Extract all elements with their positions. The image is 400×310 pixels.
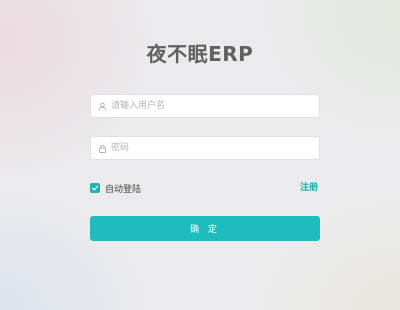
check-icon [92,185,99,191]
password-field[interactable] [90,136,320,160]
username-field[interactable] [90,94,320,118]
remember-me-label: 自动登陆 [105,184,142,195]
submit-button[interactable]: 确 定 [90,216,320,241]
lock-icon [99,144,106,153]
app-title: 夜不眠ERP [146,42,254,66]
register-link[interactable]: 注册 [300,182,318,194]
checkbox-checked[interactable] [90,183,100,193]
password-input[interactable] [111,138,311,158]
user-icon [98,102,107,111]
remember-me-checkbox[interactable]: 自动登陆 [90,182,142,195]
login-form: 夜不眠ERP 自动登陆 注册 确 定 [0,0,400,310]
username-input[interactable] [111,96,311,116]
